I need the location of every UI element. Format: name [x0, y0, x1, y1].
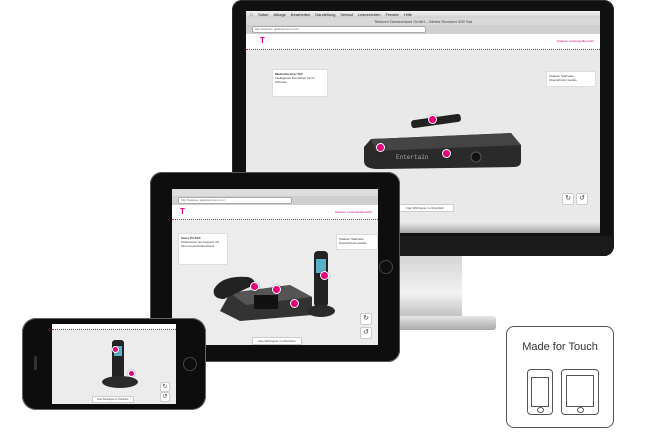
hotspot-marker[interactable] — [128, 370, 135, 377]
window-title: Telekom Deutschland GmbH – Media Receive… — [246, 18, 600, 25]
receiver-display: Entertain — [396, 154, 429, 161]
tablet-statusbar — [172, 189, 378, 196]
side-menu: Telekom Startseite Übersicht der Geräte — [546, 71, 596, 87]
hotspot-marker[interactable] — [290, 299, 299, 308]
tablet-overview-button[interactable]: Das Wichtigste im Überblick — [252, 337, 302, 345]
site-header: T Telekom Leistungsübersicht — [246, 34, 600, 50]
rotate-back-icon[interactable]: ↺ — [576, 193, 588, 205]
menu-item[interactable]: Lesezeichen — [358, 12, 380, 17]
menu-item[interactable]: Hilfe — [404, 12, 412, 17]
hotspot-marker[interactable] — [272, 285, 281, 294]
menu-item[interactable]: Fenster — [385, 12, 399, 17]
hotspot-marker[interactable] — [320, 271, 329, 280]
rotate-icon[interactable]: ↻ — [562, 193, 574, 205]
menu-item[interactable]: Darstellung — [315, 12, 335, 17]
phone-speaker — [34, 356, 37, 370]
tablet-home-button[interactable] — [379, 260, 393, 274]
side-item[interactable]: Übersicht der Geräte — [339, 241, 375, 245]
hotspot-marker[interactable] — [250, 282, 259, 291]
phone-screen: ↻ ↺ Das Wichtigste im Überblick — [52, 324, 176, 404]
menu-item[interactable]: Verlauf — [341, 12, 353, 17]
desktop-menubar:  Safari Ablage Bearbeiten Darstellung V… — [246, 11, 600, 18]
tablet-url-field[interactable]: http://telekom.geleistemmer.com/ — [178, 197, 292, 204]
telekom-logo[interactable]: T — [260, 37, 265, 45]
smartphone-icon — [527, 369, 553, 415]
tablet-toolbar: http://telekom.geleistemmer.com/ — [172, 196, 378, 205]
info-text: Intelligentes Fernsehen für Ihr Zuhause — [275, 76, 315, 84]
tablet-side-menu: Telekom Startseite Übersicht der Geräte — [336, 234, 378, 250]
header-link[interactable]: Telekom Leistungsübersicht — [557, 39, 594, 43]
rotate-back-icon[interactable]: ↺ — [360, 327, 372, 339]
overview-button[interactable]: Das Wichtigste im Überblick — [396, 204, 454, 212]
url-field[interactable]: http://telekom.geleistemmer.com/ — [252, 26, 426, 33]
cordless-phone-image — [102, 340, 138, 388]
phone-site-header — [52, 324, 176, 330]
apple-icon[interactable]:  — [250, 12, 253, 17]
hotspot-marker[interactable] — [112, 346, 119, 353]
phone-home-button[interactable] — [183, 357, 197, 371]
phone-body: ↻ ↺ Das Wichtigste im Überblick — [22, 318, 206, 410]
made-for-touch-badge: Made for Touch — [506, 326, 614, 428]
menu-item[interactable]: Safari — [258, 12, 268, 17]
menu-item[interactable]: Bearbeiten — [291, 12, 310, 17]
rotate-icon[interactable]: ↻ — [160, 382, 170, 392]
side-item[interactable]: Übersicht der Geräte — [549, 78, 593, 82]
hotspot-marker[interactable] — [428, 115, 437, 124]
tablet-site-header: T Telekom Leistungsübersicht — [172, 205, 378, 220]
rotate-icon[interactable]: ↻ — [360, 313, 372, 325]
tablet-telekom-logo[interactable]: T — [180, 208, 185, 216]
info-box: Media Receiver 500 Intelligentes Fernseh… — [272, 69, 328, 97]
dock — [396, 222, 600, 233]
hotspot-marker[interactable] — [376, 143, 385, 152]
phone-device: ↻ ↺ Das Wichtigste im Überblick — [22, 318, 206, 410]
phone-overview-button[interactable]: Das Wichtigste im Überblick — [92, 396, 134, 403]
desktop-toolbar: http://telekom.geleistemmer.com/ — [246, 25, 600, 34]
menu-item[interactable]: Ablage — [273, 12, 285, 17]
rotate-back-icon[interactable]: ↺ — [160, 392, 170, 402]
tablet-header-link[interactable]: Telekom Leistungsübersicht — [335, 210, 372, 214]
desk-phone-image — [213, 251, 335, 321]
tablet-icon — [561, 369, 599, 415]
hotspot-marker[interactable] — [442, 149, 451, 158]
badge-title: Made for Touch — [522, 341, 598, 353]
